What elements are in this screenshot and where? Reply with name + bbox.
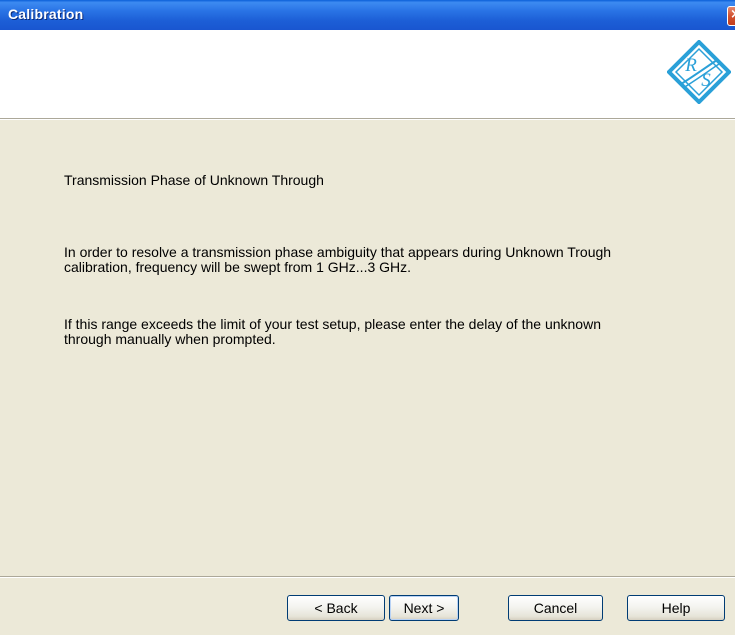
paragraph-line: If this range exceeds the limit of your … (64, 316, 601, 332)
close-button[interactable]: × (727, 6, 735, 26)
help-button[interactable]: Help (627, 595, 725, 621)
back-button[interactable]: < Back (287, 595, 385, 621)
close-icon: × (730, 7, 735, 22)
rohde-schwarz-logo-icon: R S (667, 40, 731, 104)
svg-text:R: R (684, 55, 697, 76)
wizard-header (0, 30, 735, 120)
title-bar[interactable]: Calibration × (0, 0, 735, 30)
page-title: Transmission Phase of Unknown Through (64, 172, 324, 188)
calibration-dialog: Calibration × R S Transmission Phase of … (0, 0, 735, 635)
footer-separator-highlight (0, 577, 735, 578)
next-button[interactable]: Next > (389, 595, 459, 621)
wizard-content: Transmission Phase of Unknown Through In… (0, 120, 735, 576)
info-paragraph-range: If this range exceeds the limit of your … (64, 317, 684, 347)
cancel-button[interactable]: Cancel (508, 595, 603, 621)
window-title: Calibration (8, 6, 84, 22)
info-paragraph-ambiguity: In order to resolve a transmission phase… (64, 245, 684, 275)
paragraph-line: In order to resolve a transmission phase… (64, 244, 612, 260)
paragraph-line: through manually when prompted. (64, 331, 276, 347)
paragraph-line: calibration, frequency will be swept fro… (64, 259, 412, 275)
